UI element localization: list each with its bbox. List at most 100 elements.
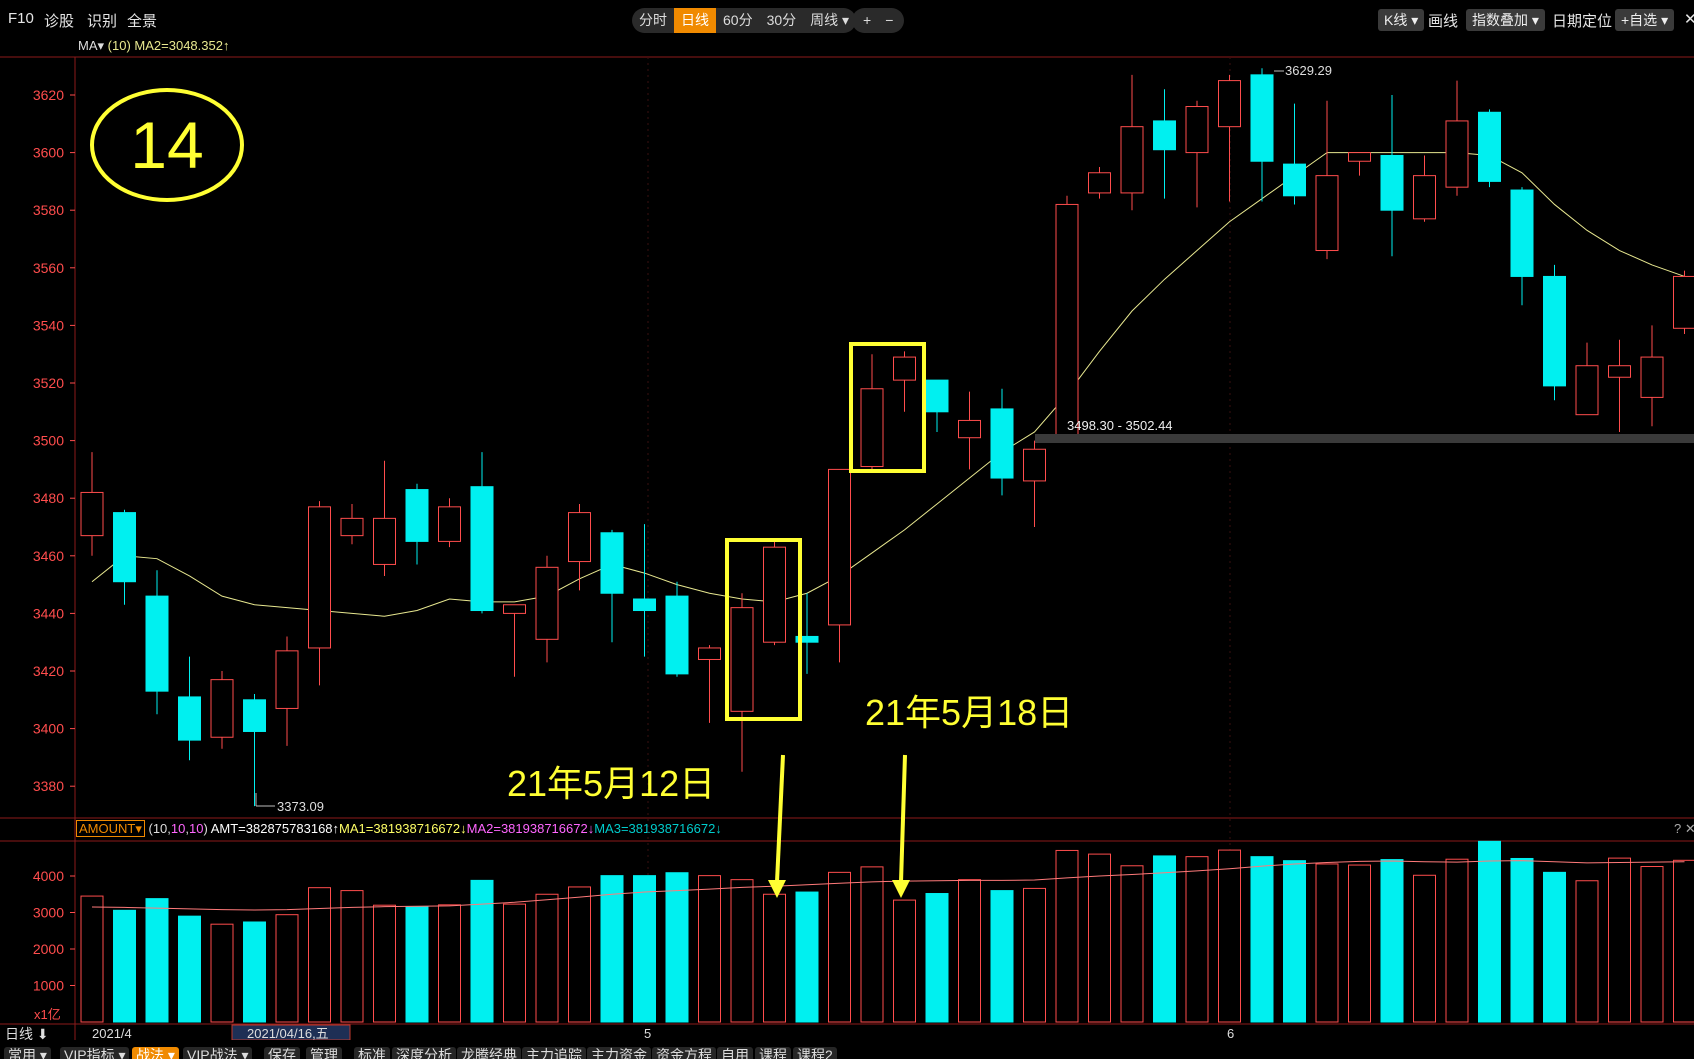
x-tick-june: 6	[1227, 1026, 1234, 1040]
volume-bar	[665, 872, 689, 1023]
candle-body	[1250, 74, 1274, 162]
volume-bar	[1185, 856, 1209, 1023]
y-tick-label: 3480	[33, 490, 64, 506]
candle-body	[1055, 203, 1079, 436]
volume-bar	[1120, 865, 1144, 1023]
period-label[interactable]: 日线 ⬇	[5, 1026, 49, 1040]
y-tick-label: 3500	[33, 433, 64, 449]
candle-body	[80, 491, 104, 537]
volume-bar	[828, 871, 851, 1023]
y-tick-label: 3420	[33, 663, 64, 679]
tab-course2[interactable]: 课程2	[793, 1047, 837, 1059]
candle-body	[1510, 189, 1534, 277]
candle-body	[373, 517, 396, 565]
candle-body	[1185, 106, 1209, 154]
y-tick-label: 3400	[33, 721, 64, 737]
tab-strategy[interactable]: 战法 ▾	[132, 1047, 179, 1059]
y-tick-label: 3380	[33, 778, 64, 794]
candle-body	[1445, 120, 1469, 188]
y-tick-label: 3580	[33, 202, 64, 218]
candle-body	[665, 595, 689, 675]
candle-body	[275, 650, 299, 709]
volume-bar	[1088, 853, 1111, 1023]
candle-body	[308, 506, 331, 649]
candle-body	[925, 379, 949, 413]
tab-common[interactable]: 常用 ▾	[4, 1047, 51, 1059]
vol-tick-label: 2000	[33, 941, 64, 957]
volume-bar	[633, 875, 656, 1023]
candle-body	[763, 546, 786, 643]
tab-personal[interactable]: 自用	[717, 1047, 753, 1059]
tab-main-force-track[interactable]: 主力追踪	[522, 1047, 586, 1059]
candle-body	[178, 696, 201, 741]
candle-body	[958, 419, 981, 439]
kline-chart: 3380 3400 3420 3440 3460 3480 3500 3520 3540 3560…	[0, 56, 1694, 1040]
candle-body	[243, 699, 266, 732]
candle-body	[113, 512, 136, 583]
max-price-label: 3629.29	[1285, 63, 1332, 78]
candle-body	[470, 486, 494, 612]
candle-body	[730, 607, 754, 712]
volume-bar	[600, 875, 624, 1023]
volume-bar	[1478, 840, 1501, 1023]
candle-body	[1608, 365, 1631, 378]
volume-bar	[243, 921, 266, 1023]
y-tick-label: 3620	[33, 87, 64, 103]
annotation-number: 14	[130, 108, 203, 182]
candle-body	[1380, 154, 1404, 211]
candle-body	[600, 532, 624, 594]
tab-course[interactable]: 课程	[755, 1047, 791, 1059]
candle-body	[1478, 111, 1501, 182]
candle-body	[828, 468, 851, 626]
cursor-date: 2021/04/16,五	[247, 1026, 329, 1040]
volume-unit: x1亿	[34, 1007, 61, 1022]
candle-body	[1023, 448, 1046, 482]
candle-body	[1218, 80, 1241, 128]
volume-bar	[1413, 874, 1436, 1023]
candle-body	[340, 517, 364, 537]
y-tick-label: 3520	[33, 375, 64, 391]
volume-bar	[145, 898, 169, 1023]
volume-bar	[1445, 858, 1469, 1023]
volume-bar	[178, 915, 201, 1023]
candle-body	[1673, 275, 1694, 329]
volume-bar	[113, 909, 136, 1023]
volume-bar	[795, 891, 819, 1023]
volume-bar	[1380, 859, 1404, 1023]
tab-deep-analysis[interactable]: 深度分析	[392, 1047, 456, 1059]
annotation-label-0518: 21年5月18日	[865, 692, 1073, 733]
candle-body	[893, 356, 916, 381]
range-label: 3498.30 - 3502.44	[1067, 418, 1173, 433]
tab-fund-equation[interactable]: 资金方程	[652, 1047, 716, 1059]
candle-body	[633, 598, 656, 612]
candle-body	[1283, 163, 1306, 197]
candle-body	[568, 512, 591, 563]
tab-main-force-funds[interactable]: 主力资金	[587, 1047, 651, 1059]
volume-bar	[763, 893, 786, 1023]
candle-body	[1348, 152, 1371, 162]
volume-bar	[1608, 857, 1631, 1023]
y-tick-label: 3460	[33, 548, 64, 564]
candle-body	[503, 604, 526, 614]
candle-body	[860, 388, 884, 468]
volume-bar	[730, 879, 754, 1023]
tab-save[interactable]: 保存	[264, 1047, 300, 1059]
candle-body	[990, 408, 1014, 479]
tab-manage[interactable]: 管理	[306, 1047, 342, 1059]
volume-bar	[373, 904, 396, 1023]
candle-body	[145, 595, 169, 692]
volume-bar	[438, 904, 461, 1023]
volume-bar	[275, 914, 299, 1023]
tab-vip-strategy[interactable]: VIP战法 ▾	[183, 1047, 253, 1059]
volume-bar	[470, 879, 494, 1023]
tab-vip-indicator[interactable]: VIP指标 ▾	[60, 1047, 130, 1059]
x-tick-start: 2021/4	[92, 1026, 132, 1040]
tab-longteng-classic[interactable]: 龙腾经典	[457, 1047, 521, 1059]
tab-standard[interactable]: 标准	[354, 1047, 390, 1059]
volume-bar	[1153, 855, 1176, 1023]
volume-bar	[893, 899, 916, 1023]
volume-bar	[210, 923, 234, 1023]
volume-bar	[698, 875, 721, 1023]
candle-body	[1575, 365, 1599, 416]
y-tick-label: 3440	[33, 605, 64, 621]
